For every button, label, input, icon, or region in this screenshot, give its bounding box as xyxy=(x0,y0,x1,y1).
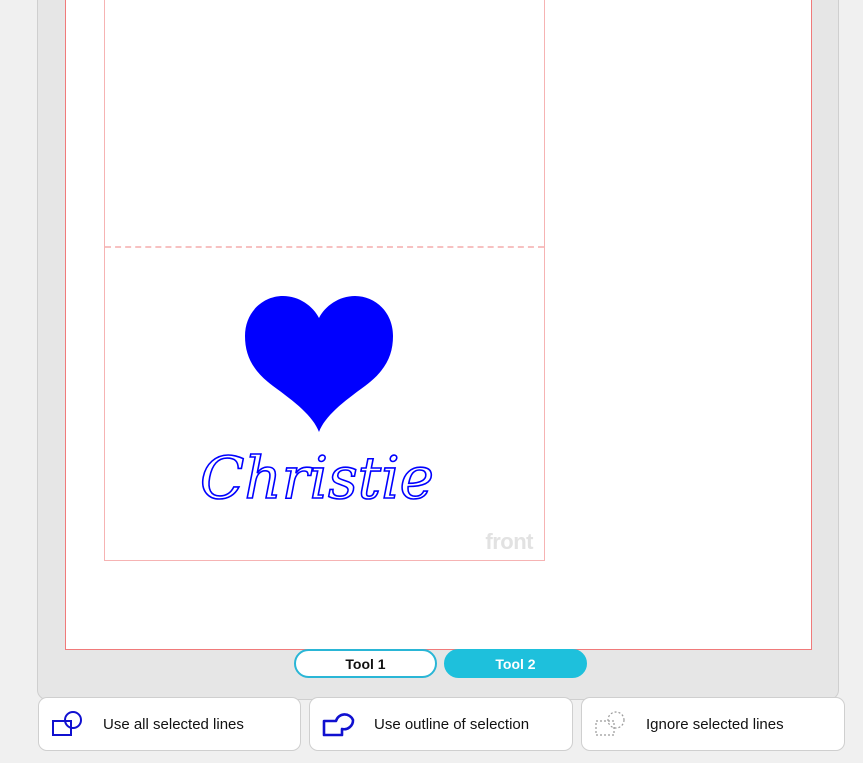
ignore-selected-lines-label: Ignore selected lines xyxy=(646,715,784,733)
all-lines-icon xyxy=(52,711,82,736)
use-all-selected-lines-button[interactable]: Use all selected lines xyxy=(38,697,301,751)
use-outline-of-selection-label: Use outline of selection xyxy=(374,715,530,733)
name-text-art[interactable]: Christie xyxy=(196,438,446,516)
tool-2-toggle[interactable]: Tool 2 xyxy=(444,649,587,678)
outline-icon xyxy=(322,713,355,737)
use-outline-of-selection-button[interactable]: Use outline of selection xyxy=(309,697,573,751)
ignore-lines-icon xyxy=(595,711,625,736)
tool-1-label: Tool 1 xyxy=(345,655,386,672)
use-all-selected-lines-label: Use all selected lines xyxy=(103,715,244,733)
card-front-label: front xyxy=(485,529,533,554)
name-text: Christie xyxy=(200,444,434,512)
tool-2-label: Tool 2 xyxy=(495,655,536,672)
heart-shape[interactable] xyxy=(243,294,395,434)
ignore-selected-lines-button[interactable]: Ignore selected lines xyxy=(581,697,845,751)
fold-line xyxy=(105,246,544,248)
tool-1-toggle[interactable]: Tool 1 xyxy=(294,649,437,678)
